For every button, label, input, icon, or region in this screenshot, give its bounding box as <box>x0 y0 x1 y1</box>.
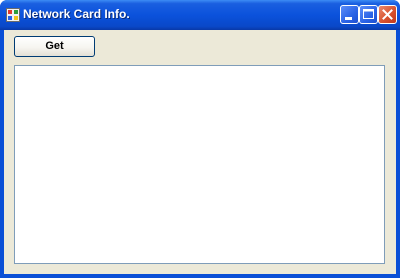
get-button[interactable]: Get <box>14 36 95 57</box>
maximize-button[interactable] <box>359 5 378 24</box>
minimize-icon <box>345 17 352 20</box>
network-info-textbox[interactable] <box>14 65 385 264</box>
maximize-icon <box>363 9 374 19</box>
close-button[interactable] <box>378 5 397 24</box>
window-title: Network Card Info. <box>23 7 130 21</box>
minimize-button[interactable] <box>340 5 359 24</box>
close-icon <box>382 9 393 20</box>
client-area: Get <box>4 30 396 274</box>
app-window: Network Card Info. Get <box>0 0 400 278</box>
title-bar[interactable]: Network Card Info. <box>0 0 400 30</box>
app-window-icon[interactable] <box>6 7 20 22</box>
